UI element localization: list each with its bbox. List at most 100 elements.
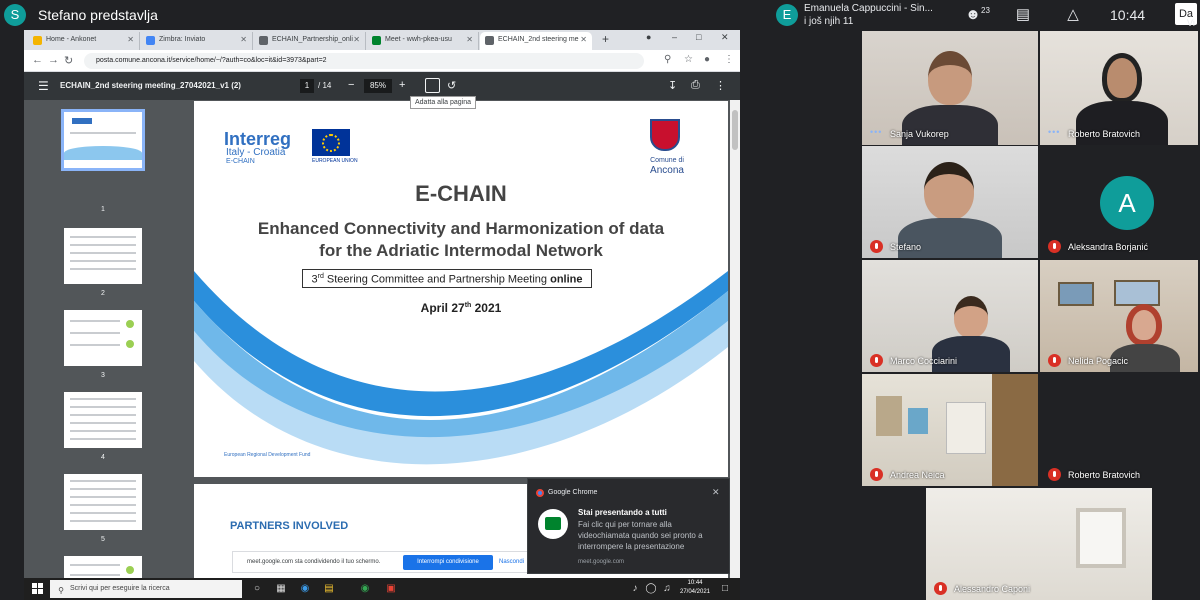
browser-tab[interactable]: ECHAIN_Partnership_onli ✕ [254,32,366,50]
thumbnail-number: 4 [101,454,105,461]
pdf-thumbnail[interactable] [64,392,142,448]
volume-icon[interactable]: ♫ [660,582,674,596]
notification-body: Fai clic qui per tornare alla videochiam… [578,520,703,551]
participant-tile[interactable]: Alessandro Caponi [926,488,1152,600]
chrome-notification[interactable]: Google Chrome ✕ Stai presentando a tutti… [527,478,730,574]
date-main: April 27 [420,301,465,315]
tab-search-icon[interactable]: ● [646,32,651,42]
speaking-indicator-icon: ••• [870,127,883,137]
close-icon[interactable]: ✕ [466,35,473,44]
rotate-icon[interactable]: ↺ [447,79,456,92]
browser-menu-icon[interactable]: ⋮ [724,54,734,65]
notification-close-icon[interactable]: ✕ [712,487,720,498]
date-year: 2021 [471,301,502,315]
print-icon[interactable]: ⎙ [691,79,700,92]
speaking-indicator-icon: ••• [1048,127,1061,137]
participant-tile[interactable]: ••• Roberto Bratovich [1040,31,1198,145]
pdf-menu-icon[interactable]: ☰ [38,79,49,93]
cortana-icon[interactable]: ○ [250,582,264,596]
back-icon[interactable]: ← [32,54,43,66]
eu-stars-icon [322,134,340,152]
participant-name: Andrea Neica [890,470,945,480]
zoom-in-icon[interactable]: + [399,79,405,91]
chat-icon[interactable]: ▤ [1012,4,1034,26]
download-icon[interactable]: ↧ [668,79,677,92]
participant-tile[interactable]: A Aleksandra Borjanić [1040,146,1198,258]
pdf-zoom-input[interactable]: 85% [364,79,392,93]
stop-sharing-button[interactable]: Interrompi condivisione [403,555,493,570]
pdf-more-icon[interactable]: ⋮ [715,79,726,92]
participant-video [902,105,998,145]
profile-icon[interactable]: ● [704,54,710,65]
browser-tab-active[interactable]: ECHAIN_2nd steering me ✕ [480,32,592,50]
mic-off-icon [1048,354,1061,367]
close-icon[interactable]: ✕ [127,35,134,44]
document-subtitle-line2: for the Adriatic Intermodal Network [319,241,603,260]
participant-tile[interactable]: Stefano [862,146,1038,258]
meeting-label: Steering Committee and Partnership Meeti… [323,273,551,286]
search-icon[interactable]: ⚲ [664,54,671,65]
close-icon[interactable]: ✕ [353,35,360,44]
pdf-thumbnail[interactable] [64,474,142,530]
windows-start-icon[interactable] [32,583,43,594]
search-icon: ⚲ [58,586,64,595]
task-view-icon[interactable]: ▦ [274,582,288,596]
close-icon[interactable]: ✕ [580,35,587,44]
pdf-scrollbar[interactable] [730,100,740,600]
microphone-icon[interactable]: ♪ [628,582,642,596]
zoom-out-icon[interactable]: − [348,79,354,91]
fit-to-page-icon[interactable] [425,78,440,93]
new-tab-icon[interactable]: + [602,32,609,46]
meet-window: S Stefano predstavlja E Emanuela Cappucc… [0,0,1200,600]
thumbnail-number: 2 [101,290,105,297]
acrobat-icon[interactable]: ▣ [384,582,398,596]
participant-tile[interactable]: ••• Sanja Vukorep [862,31,1038,145]
browser-toolbar: ← → ↻ posta.comune.ancona.it/service/hom… [24,50,740,72]
meeting-label-online: online [550,273,583,286]
maximize-icon[interactable]: □ [696,32,701,42]
close-icon[interactable]: ✕ [240,35,247,44]
wall-painting [1058,282,1094,306]
pdf-thumbnail[interactable] [64,310,142,366]
browser-tab[interactable]: Zimbra: Inviato ✕ [141,32,253,50]
tab-favicon [485,36,494,45]
partners-heading: PARTNERS INVOLVED [230,520,349,532]
meet-camera-icon [545,517,561,530]
hide-sharing-button[interactable]: Nascondi [499,559,524,565]
participant-tile[interactable]: Marco Cocciarini [862,260,1038,372]
address-bar[interactable]: posta.comune.ancona.it/service/home/~/?a… [84,53,644,69]
window-close-icon[interactable]: ✕ [721,32,729,43]
notifications-icon[interactable]: □ [718,582,732,596]
browser-tab[interactable]: Meet - wwh-pkea-usu ✕ [367,32,479,50]
edge-icon[interactable]: ◉ [298,582,312,596]
file-explorer-icon[interactable]: ▤ [322,582,336,596]
thumbnail-number: 5 [101,536,105,543]
pdf-thumbnail[interactable] [64,228,142,284]
tab-label: Zimbra: Inviato [159,36,206,43]
mic-off-icon [1048,240,1061,253]
notification-source: meet.google.com [578,559,625,565]
participant-video [928,51,972,105]
bookmark-star-icon[interactable]: ☆ [684,54,693,65]
participant-tile[interactable]: Nelida Pogacic [1040,260,1198,372]
network-icon[interactable]: ◯ [644,582,658,596]
participant-tile[interactable]: Roberto Bratovich [1040,374,1198,486]
reload-icon[interactable]: ↻ [64,54,73,67]
scrollbar-thumb[interactable] [732,110,738,150]
thumbnail-number: 3 [101,372,105,379]
tab-favicon [259,36,268,45]
ancona-crest-icon [650,119,680,151]
participant-name: Aleksandra Borjanić [1068,242,1149,252]
minimize-icon[interactable]: – [672,32,677,42]
browser-tab[interactable]: Home - Ankonet ✕ [28,32,140,50]
forward-icon[interactable]: → [48,54,59,66]
pdf-thumbnail[interactable] [61,109,145,171]
participant-tile[interactable]: Andrea Neica [862,374,1038,486]
pdf-page-input[interactable]: 1 [300,79,314,93]
pdf-toolbar: ☰ ECHAIN_2nd steering meeting_27042021_v… [24,72,740,100]
taskbar-time: 10:44 [687,580,703,586]
taskbar-search-input[interactable]: Scrivi qui per eseguire la ricerca [50,580,242,598]
chrome-taskbar-icon[interactable]: ◉ [358,582,372,596]
activities-icon[interactable]: △ [1062,4,1084,26]
chrome-icon [536,489,544,497]
